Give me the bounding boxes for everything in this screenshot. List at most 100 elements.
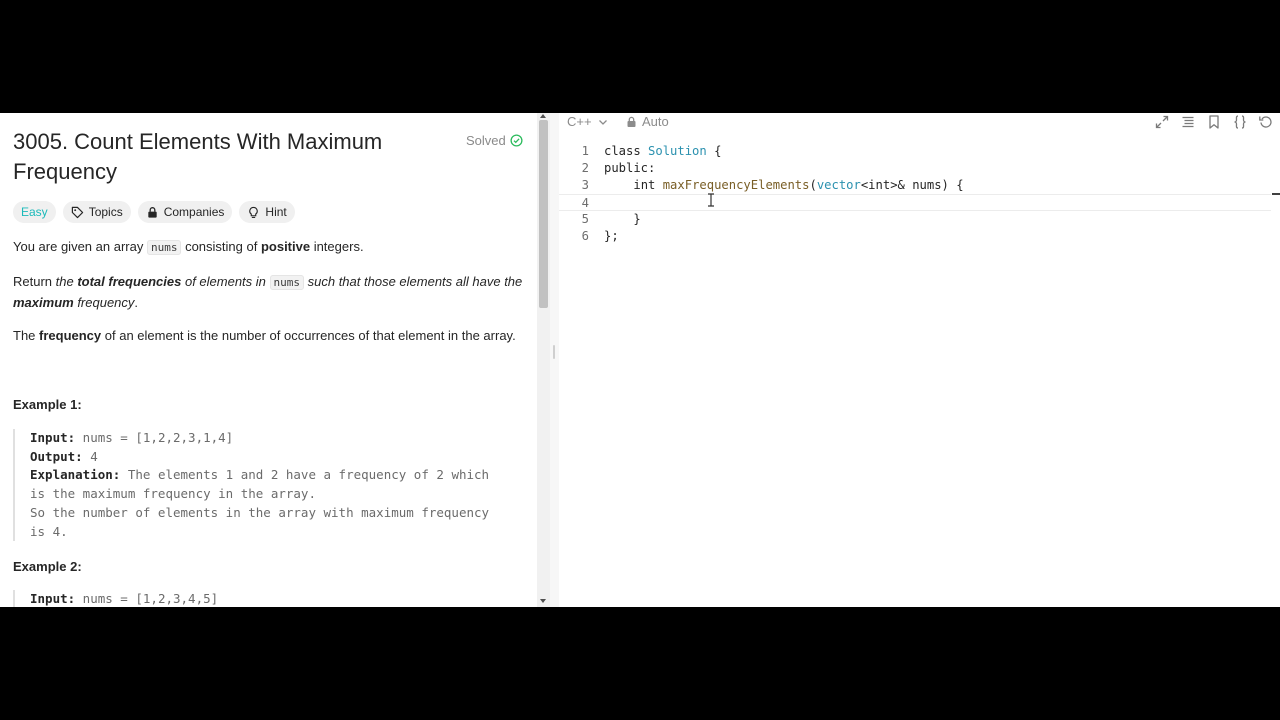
code-line[interactable]: 1 class Solution { <box>559 143 1271 160</box>
mode-label: Auto <box>642 114 669 129</box>
description-paragraph-2: Return the total frequencies of elements… <box>13 272 528 313</box>
overview-ruler-mark <box>1272 193 1280 195</box>
hint-button[interactable]: Hint <box>239 201 295 223</box>
reset-icon[interactable] <box>1258 114 1274 130</box>
code-text: public: <box>604 161 656 175</box>
code-line[interactable]: 3 int maxFrequencyElements(vector<int>& … <box>559 177 1271 194</box>
line-number: 5 <box>581 212 589 226</box>
explanation-text: The elements 1 and 2 have a frequency of… <box>120 467 490 483</box>
line-number: 6 <box>581 229 589 243</box>
bold-text: positive <box>260 239 311 254</box>
text: The <box>13 328 40 343</box>
bold-italic-text: total frequencies <box>77 274 182 289</box>
chevron-down-icon <box>598 119 607 125</box>
code-area[interactable]: 1 class Solution { 2 public: 3 int maxFr… <box>559 143 1271 343</box>
description-paragraph-1: You are given an array nums consisting o… <box>13 237 528 258</box>
inline-code: nums <box>269 275 305 290</box>
language-select[interactable]: C++ <box>567 114 608 129</box>
text: You are given an array <box>13 239 147 254</box>
code-line[interactable]: 6 }; <box>559 228 1271 245</box>
difficulty-badge: Easy <box>13 201 56 223</box>
output-label: Output: <box>30 448 83 464</box>
code-text: } <box>604 212 641 226</box>
check-circle-icon <box>510 134 523 147</box>
code-text: class Solution { <box>604 143 721 160</box>
code-line[interactable]: 5 } <box>559 211 1271 228</box>
solved-status: Solved <box>466 133 523 148</box>
explanation-label: Explanation: <box>30 467 121 483</box>
explanation-text: is the maximum frequency in the array. <box>30 486 316 502</box>
line-number: 1 <box>581 144 589 158</box>
difficulty-label: Easy <box>21 205 48 219</box>
text: Return <box>13 274 56 289</box>
problem-title: 3005. Count Elements With Maximum Freque… <box>13 129 383 184</box>
line-number: 4 <box>581 196 589 210</box>
bold-italic-text: maximum <box>13 295 74 310</box>
tag-icon <box>71 206 83 218</box>
code-editor-panel: C++ Auto 1 class Solution {2 public: 3 … <box>559 113 1280 607</box>
braces-icon[interactable] <box>1232 114 1248 130</box>
companies-label: Companies <box>163 205 225 219</box>
example-2-block: Input: nums = [1,2,3,4,5] <box>13 590 537 607</box>
italic-text: the <box>55 274 78 289</box>
scroll-down-arrow-icon[interactable] <box>540 599 546 603</box>
topics-button[interactable]: Topics <box>62 201 131 223</box>
hint-label: Hint <box>265 205 287 219</box>
code-text: <int>& nums) { <box>860 178 964 192</box>
scrollbar-thumb[interactable] <box>539 120 548 308</box>
panel-splitter[interactable] <box>550 113 559 607</box>
lock-icon <box>148 206 157 218</box>
code-text: int maxFrequencyElements(vector<int>& nu… <box>604 177 964 194</box>
line-number: 2 <box>581 161 589 175</box>
format-lines-icon[interactable] <box>1180 114 1196 130</box>
type-name: vector <box>816 178 861 192</box>
bookmark-icon[interactable] <box>1206 114 1222 130</box>
example-1-block: Input: nums = [1,2,2,3,1,4] Output: 4 Ex… <box>13 429 537 542</box>
language-label: C++ <box>567 114 592 129</box>
input-label: Input: <box>30 430 76 445</box>
example-2-heading: Example 2: <box>13 559 82 574</box>
italic-text: of elements in <box>181 274 270 289</box>
example-1-heading: Example 1: <box>13 397 82 412</box>
line-number: 3 <box>581 178 589 192</box>
text: . <box>134 295 139 310</box>
input-label: Input: <box>30 591 76 606</box>
input-value: nums = [1,2,2,3,1,4] <box>75 430 234 445</box>
type-name: Solution <box>648 144 707 158</box>
function-name: maxFrequencyElements <box>662 178 810 192</box>
punctuation: ( <box>809 178 817 192</box>
editor-tools <box>1154 114 1274 130</box>
tag-row: Easy Topics Companies Hint <box>13 201 295 223</box>
companies-button[interactable]: Companies <box>137 201 233 223</box>
explanation-text: is 4. <box>30 523 68 539</box>
punctuation: { <box>706 144 722 158</box>
scroll-up-arrow-icon[interactable] <box>540 114 546 118</box>
italic-text: such that those elements all have the <box>304 274 523 289</box>
description-panel: 3005. Count Elements With Maximum Freque… <box>0 113 537 607</box>
text: consisting of <box>181 239 261 254</box>
solved-label: Solved <box>466 133 506 148</box>
bold-text: frequency <box>39 328 102 343</box>
topics-label: Topics <box>88 205 123 219</box>
lightbulb-icon <box>249 206 259 218</box>
code-text: }; <box>604 229 619 243</box>
app-stage: 3005. Count Elements With Maximum Freque… <box>0 113 1280 607</box>
italic-text: frequency <box>73 295 135 310</box>
description-paragraph-3: The frequency of an element is the numbe… <box>13 326 528 346</box>
text: integers. <box>310 239 364 254</box>
code-line[interactable]: 2 public: <box>559 160 1271 177</box>
output-value: 4 <box>82 448 98 464</box>
description-scrollbar[interactable] <box>537 113 550 607</box>
expand-icon[interactable] <box>1154 114 1170 130</box>
lock-icon <box>627 116 636 127</box>
text: of an element is the number of occurrenc… <box>101 328 516 343</box>
keyword: class <box>604 144 649 158</box>
text-cursor-icon <box>708 193 714 207</box>
explanation-text: So the number of elements in the array w… <box>30 504 490 520</box>
splitter-grip-icon <box>553 345 555 359</box>
inline-code: nums <box>146 240 182 255</box>
editor-toolbar: C++ Auto <box>559 113 1280 131</box>
auto-mode-indicator[interactable]: Auto <box>626 114 669 129</box>
code-line-active[interactable]: 4 <box>559 194 1271 211</box>
